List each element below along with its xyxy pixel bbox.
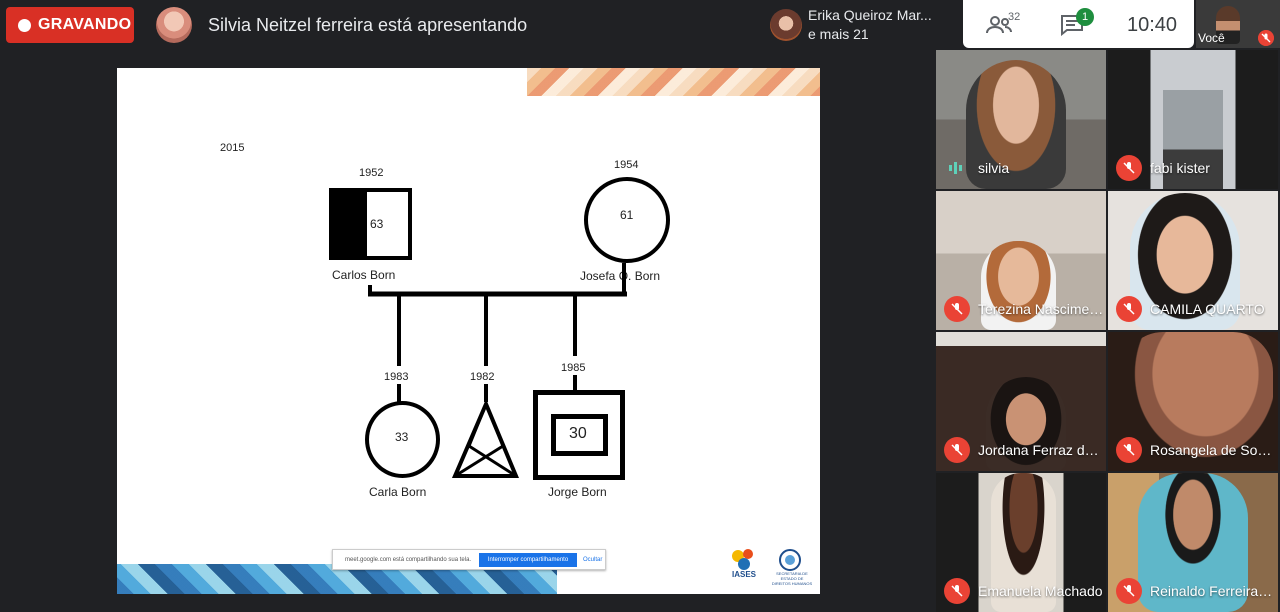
- people-count: 32: [1008, 11, 1021, 23]
- top-bar: GRAVANDO Silvia Neitzel ferreira está ap…: [0, 0, 1280, 50]
- chat-badge: 1: [1076, 8, 1094, 26]
- child3-age: 30: [569, 425, 587, 442]
- record-dot-icon: [18, 18, 31, 32]
- participant-name: Reinaldo Ferreira d...: [1150, 583, 1276, 599]
- child2-year: 1982: [470, 371, 495, 383]
- iases-logo-text: IASES: [732, 570, 757, 579]
- mic-off-icon: [1116, 578, 1142, 604]
- participant-name: silvia: [978, 160, 1010, 176]
- recording-indicator[interactable]: GRAVANDO: [6, 7, 134, 43]
- participant-name: fabi kister: [1150, 160, 1210, 176]
- clock: 10:40: [1127, 14, 1178, 36]
- child1-age: 33: [395, 430, 409, 444]
- stop-sharing-button[interactable]: Interromper compartilhamento: [479, 553, 577, 567]
- participant-name: CAMILA QUARTO: [1150, 301, 1265, 317]
- other-avatar: [770, 9, 802, 41]
- participant-name: Emanuela Machado: [978, 583, 1103, 599]
- screen-share-bar: meet.google.com está compartilhando sua …: [332, 549, 606, 570]
- mic-off-icon: [944, 437, 970, 463]
- mic-off-icon: [1258, 30, 1274, 46]
- child3-year: 1985: [561, 362, 586, 374]
- mic-off-icon: [944, 578, 970, 604]
- self-view[interactable]: Você: [1196, 0, 1280, 48]
- participant-tile[interactable]: silvia: [936, 50, 1106, 189]
- recording-label: GRAVANDO: [38, 16, 132, 33]
- hide-share-bar-button[interactable]: Ocultar: [583, 557, 602, 563]
- presenter-text: Silvia Neitzel ferreira está apresentand…: [208, 15, 528, 35]
- mic-off-icon: [1116, 437, 1142, 463]
- presenter-avatar: [156, 7, 192, 43]
- share-bar-text: meet.google.com está compartilhando sua …: [345, 557, 472, 563]
- child1-year: 1983: [384, 371, 409, 383]
- mic-off-icon: [1116, 296, 1142, 322]
- pedigree-lines: [368, 263, 627, 478]
- speaking-icon: [949, 162, 962, 174]
- participant-name: Jordana Ferraz da ...: [978, 442, 1104, 458]
- participant-tile[interactable]: Jordana Ferraz da ...: [936, 332, 1106, 471]
- participant-tile[interactable]: Terezina Nascimen...: [936, 191, 1106, 330]
- child1-name: Carla Born: [369, 485, 427, 499]
- meeting-controls: 32 1 10:40: [963, 0, 1194, 48]
- participant-tile[interactable]: fabi kister: [1108, 50, 1278, 189]
- participant-tile[interactable]: CAMILA QUARTO: [1108, 191, 1278, 330]
- other-presenters[interactable]: Erika Queiroz Mar... e mais 21: [762, 2, 962, 48]
- state-seal-text: SECRETARIA DE ESTADO DE DIREITOS HUMANOS: [771, 571, 813, 586]
- participant-name: Rosangela de Souz...: [1150, 442, 1276, 458]
- mic-off-icon: [944, 296, 970, 322]
- child3-name: Jorge Born: [548, 485, 607, 499]
- shared-screen: 2015 1952 63 Carlos Born 1954 61 Josefa …: [117, 68, 820, 594]
- mic-off-icon: [1116, 155, 1142, 181]
- others-count: e mais 21: [808, 26, 869, 42]
- participant-tile[interactable]: Emanuela Machado: [936, 473, 1106, 612]
- participant-name: Terezina Nascimen...: [978, 301, 1104, 317]
- state-seal-icon: [779, 549, 801, 571]
- self-label: Você: [1198, 31, 1225, 45]
- participant-tile[interactable]: Reinaldo Ferreira d...: [1108, 473, 1278, 612]
- participant-tile[interactable]: Rosangela de Souz...: [1108, 332, 1278, 471]
- others-name: Erika Queiroz Mar...: [808, 7, 932, 23]
